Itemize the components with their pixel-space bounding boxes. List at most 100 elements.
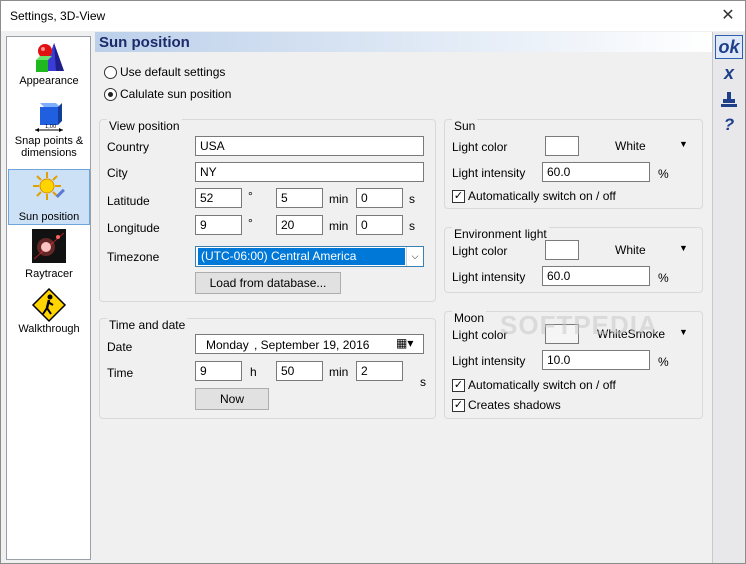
- degree-unit: °: [248, 189, 253, 203]
- use-default-radio[interactable]: Use default settings: [104, 65, 225, 79]
- view-position-group: View position Country USA City NY Latitu…: [99, 119, 436, 302]
- date-day: Monday: [206, 338, 249, 352]
- check-icon: ✓: [452, 378, 465, 392]
- shapes-icon: [36, 43, 64, 72]
- settings-content: Use default settings Calulate sun positi…: [95, 52, 712, 563]
- country-input[interactable]: USA: [195, 136, 424, 156]
- chevron-down-icon: ▼: [679, 327, 688, 337]
- calculate-sun-radio[interactable]: Calulate sun position: [104, 87, 231, 101]
- hour-unit: h: [250, 365, 257, 379]
- color-name: White: [615, 139, 646, 153]
- chevron-down-icon: ⌵: [406, 247, 423, 266]
- watermark: SOFTPEDIA: [500, 310, 658, 340]
- longitude-minutes-input[interactable]: 20: [276, 215, 323, 235]
- window-title: Settings, 3D-View: [10, 9, 106, 23]
- stamp-icon[interactable]: [715, 88, 743, 112]
- sun-color-label: Light color: [452, 140, 508, 154]
- date-rest: , September 19, 2016: [254, 338, 370, 352]
- environment-intensity-input[interactable]: 60.0: [542, 266, 650, 286]
- sun-icon: [33, 172, 65, 200]
- country-label: Country: [107, 140, 150, 154]
- time-and-date-group: Time and date Date Monday , September 19…: [99, 318, 436, 419]
- percent-unit: %: [658, 271, 669, 285]
- seconds-unit: s: [420, 375, 426, 389]
- radio-label: Use default settings: [120, 65, 226, 79]
- sun-intensity-input[interactable]: 60.0: [542, 162, 650, 182]
- group-title: View position: [107, 119, 182, 133]
- sidebar-item-label-line1: Snap points &: [14, 135, 84, 147]
- radio-label: Calulate sun position: [120, 87, 232, 101]
- city-input[interactable]: NY: [195, 162, 424, 182]
- longitude-label: Longitude: [107, 221, 160, 235]
- environment-color-picker[interactable]: White ▼: [545, 240, 688, 260]
- timezone-select[interactable]: (UTC-06:00) Central America ⌵: [195, 246, 424, 267]
- sidebar-item-label: Sun position: [18, 211, 80, 223]
- sidebar-item-label-line2: dimensions: [21, 147, 77, 159]
- close-icon[interactable]: ✕: [717, 5, 739, 27]
- date-label: Date: [107, 340, 133, 354]
- city-label: City: [107, 166, 128, 180]
- settings-window: Settings, 3D-View ✕ Appearance 1,00 Snap…: [0, 0, 746, 564]
- svg-text:1,00: 1,00: [45, 124, 56, 130]
- timezone-value: (UTC-06:00) Central America: [198, 248, 405, 265]
- color-swatch: [545, 240, 579, 260]
- percent-unit: %: [658, 355, 669, 369]
- moon-shadows-checkbox[interactable]: ✓ Creates shadows: [452, 398, 561, 412]
- environment-intensity-label: Light intensity: [452, 270, 526, 284]
- environment-color-label: Light color: [452, 244, 508, 258]
- moon-intensity-label: Light intensity: [452, 354, 526, 368]
- minute-input[interactable]: 50: [276, 361, 323, 381]
- walking-sign-icon: [31, 287, 67, 323]
- degree-unit: °: [248, 216, 253, 230]
- latitude-minutes-input[interactable]: 5: [276, 188, 323, 208]
- time-label: Time: [107, 366, 134, 380]
- moon-intensity-input[interactable]: 10.0: [542, 350, 650, 370]
- color-swatch: [545, 136, 579, 156]
- latitude-degrees-input[interactable]: 52: [195, 188, 242, 208]
- minutes-unit: min: [329, 219, 349, 233]
- timezone-label: Timezone: [107, 250, 160, 264]
- calendar-icon[interactable]: ▦▾: [396, 336, 413, 350]
- longitude-degrees-input[interactable]: 9: [195, 215, 242, 235]
- seconds-unit: s: [409, 192, 415, 206]
- longitude-seconds-input[interactable]: 0: [356, 215, 403, 235]
- sidebar-item-label: Walkthrough: [18, 323, 80, 335]
- radio-indicator: [104, 65, 117, 79]
- second-input[interactable]: 2: [356, 361, 403, 381]
- category-sidebar: Appearance 1,00 Snap points & dimensions: [6, 36, 91, 560]
- group-title: Time and date: [107, 318, 188, 332]
- group-title: Sun: [452, 119, 478, 133]
- sidebar-item-walkthrough[interactable]: Walkthrough: [8, 287, 90, 343]
- sidebar-item-appearance[interactable]: Appearance: [8, 41, 90, 97]
- latitude-seconds-input[interactable]: 0: [356, 188, 403, 208]
- sun-color-picker[interactable]: White ▼: [545, 136, 688, 156]
- load-from-database-button[interactable]: Load from database...: [195, 272, 341, 294]
- color-name: White: [615, 243, 646, 257]
- radio-indicator: [104, 87, 117, 101]
- minutes-unit: min: [329, 365, 349, 379]
- date-picker[interactable]: Monday , September 19, 2016 ▦▾: [195, 334, 424, 354]
- chevron-down-icon: ▼: [679, 243, 688, 253]
- checkbox-label: Automatically switch on / off: [468, 189, 616, 203]
- help-button[interactable]: ?: [715, 114, 743, 138]
- percent-unit: %: [658, 167, 669, 181]
- now-button[interactable]: Now: [195, 388, 269, 410]
- environment-light-group: Environment light Light color White ▼ Li…: [444, 227, 703, 293]
- hour-input[interactable]: 9: [195, 361, 242, 381]
- sun-group: Sun Light color White ▼ Light intensity …: [444, 119, 703, 209]
- moon-auto-switch-checkbox[interactable]: ✓ Automatically switch on / off: [452, 378, 616, 392]
- cancel-button[interactable]: x: [715, 62, 743, 86]
- checkbox-label: Automatically switch on / off: [468, 378, 616, 392]
- light-flare-icon: [32, 229, 66, 263]
- sidebar-item-raytracer[interactable]: Raytracer: [8, 229, 90, 281]
- checkbox-label: Creates shadows: [468, 398, 561, 412]
- ok-button[interactable]: ok: [715, 35, 743, 59]
- cube-ruler-icon: 1,00: [35, 103, 63, 132]
- group-title: Moon: [452, 311, 487, 325]
- page-title: Sun position: [99, 34, 190, 51]
- sidebar-item-label: Raytracer: [25, 268, 73, 280]
- sun-auto-switch-checkbox[interactable]: ✓ Automatically switch on / off: [452, 189, 616, 203]
- sidebar-item-sun-position[interactable]: Sun position: [8, 169, 90, 225]
- page-header: Sun position: [95, 32, 712, 52]
- sidebar-item-snap-points[interactable]: 1,00 Snap points & dimensions: [8, 99, 90, 165]
